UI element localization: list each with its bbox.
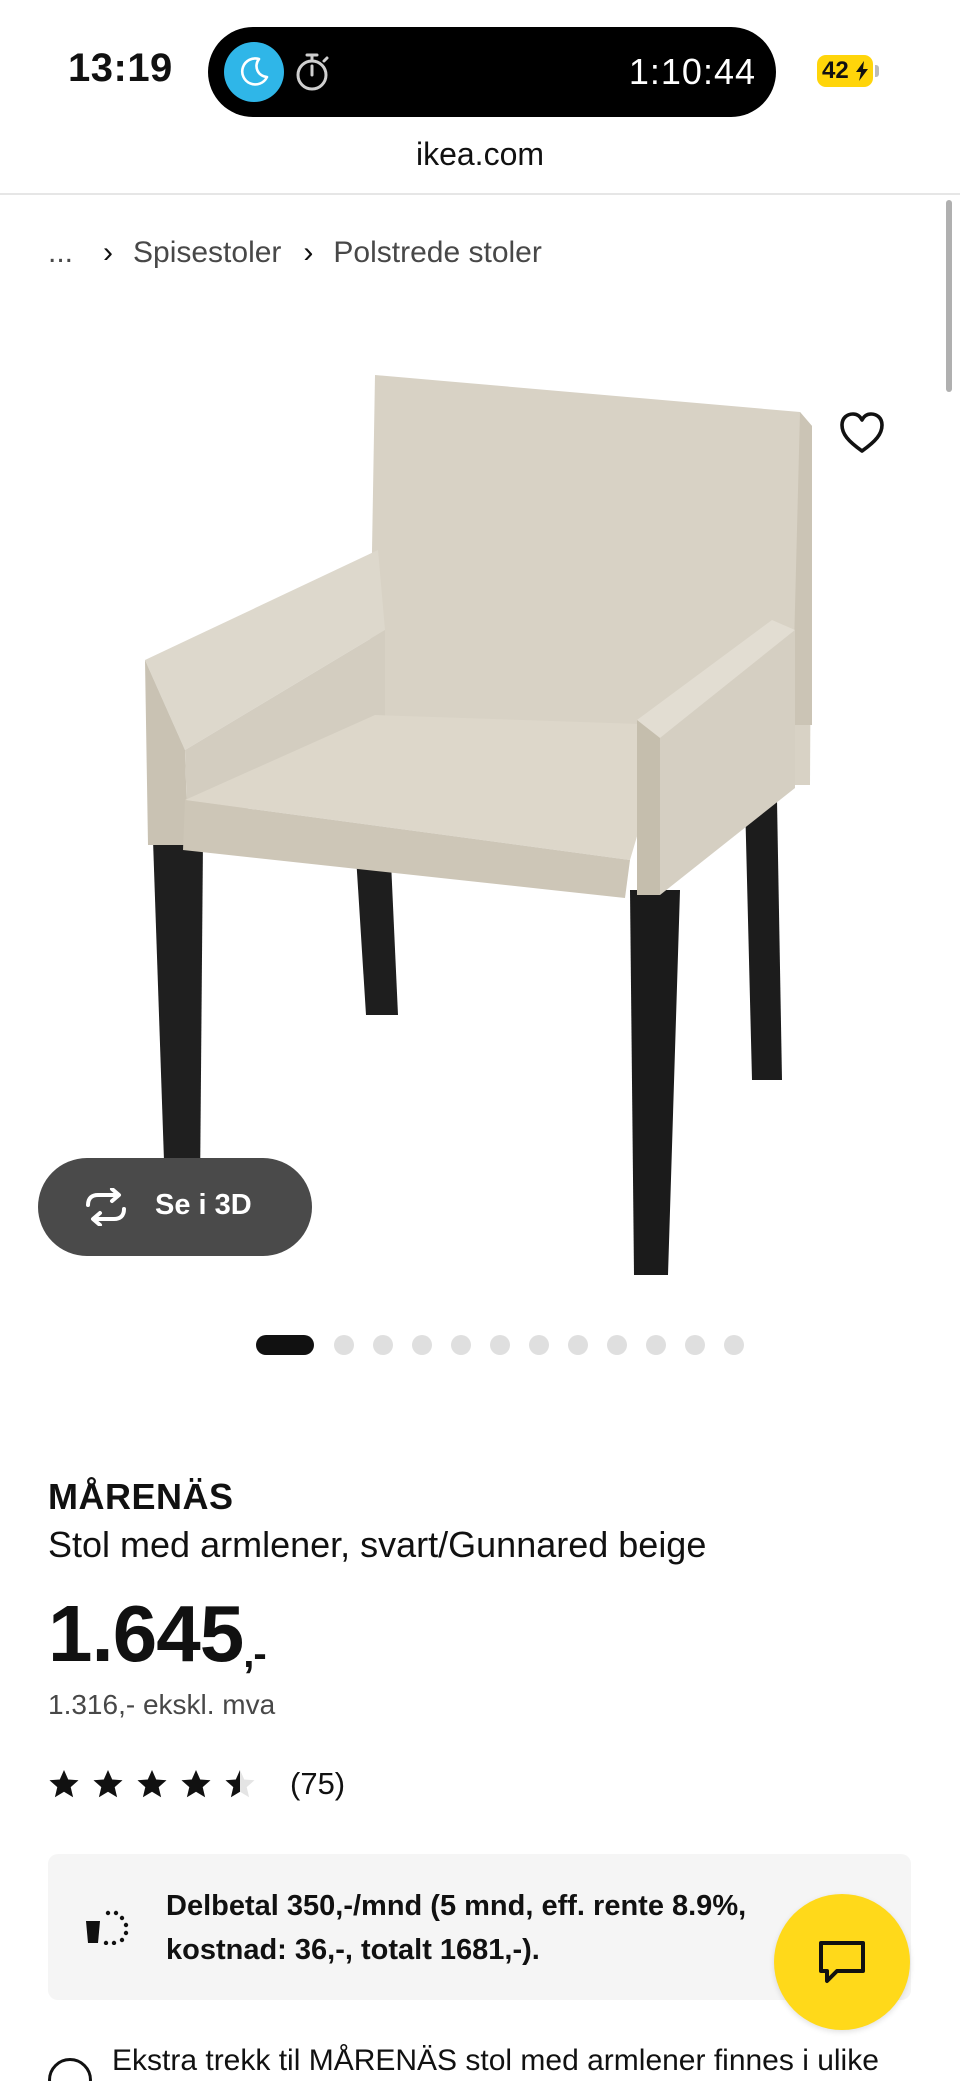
product-rating[interactable]: (75) bbox=[48, 1766, 345, 1802]
favorite-button[interactable] bbox=[838, 410, 886, 456]
info-icon bbox=[48, 2058, 92, 2081]
rating-count: (75) bbox=[290, 1766, 346, 1801]
heart-icon bbox=[840, 412, 884, 453]
battery-level: 42 bbox=[822, 57, 849, 84]
gallery-dot[interactable] bbox=[646, 1335, 666, 1355]
chat-button[interactable] bbox=[774, 1894, 910, 2030]
stopwatch-icon bbox=[292, 51, 332, 98]
gallery-dot[interactable] bbox=[568, 1335, 588, 1355]
star-icon bbox=[181, 1770, 211, 1798]
view-in-3d-label: Se i 3D bbox=[155, 1189, 252, 1221]
price-amount: 1.645 bbox=[48, 1589, 244, 1678]
dynamic-island[interactable]: 1:10:44 bbox=[208, 27, 776, 117]
breadcrumb: ... › Spisestoler › Polstrede stoler bbox=[48, 236, 542, 270]
gallery-dot[interactable] bbox=[412, 1335, 432, 1355]
product-name: MÅRENÄS bbox=[48, 1476, 234, 1517]
breadcrumb-item-spisestoler[interactable]: Spisestoler bbox=[133, 236, 281, 270]
gallery-dot[interactable] bbox=[607, 1335, 627, 1355]
installment-icon bbox=[86, 1910, 129, 1945]
product-description: Stol med armlener, svart/Gunnared beige bbox=[48, 1524, 707, 1565]
breadcrumb-ellipsis[interactable]: ... bbox=[48, 236, 73, 270]
gallery-dot[interactable] bbox=[334, 1335, 354, 1355]
product-image[interactable] bbox=[0, 330, 960, 1300]
gallery-dot[interactable] bbox=[451, 1335, 471, 1355]
breadcrumb-item-polstrede-stoler[interactable]: Polstrede stoler bbox=[333, 236, 541, 270]
chevron-right-icon: › bbox=[303, 236, 314, 269]
gallery-dot[interactable] bbox=[490, 1335, 510, 1355]
star-icon bbox=[225, 1770, 255, 1798]
financing-text: Delbetal 350,-/mnd (5 mnd, eff. rente 8.… bbox=[166, 1890, 747, 1966]
gallery-pagination bbox=[256, 1334, 763, 1356]
star-icon bbox=[49, 1770, 79, 1798]
star-icon bbox=[137, 1770, 167, 1798]
price-excluding-vat: 1.316,- ekskl. mva bbox=[48, 1689, 276, 1720]
view-in-3d-button[interactable]: Se i 3D bbox=[38, 1158, 312, 1256]
star-icon bbox=[93, 1770, 123, 1798]
timer-readout: 1:10:44 bbox=[628, 51, 756, 92]
rotate-3d-icon bbox=[86, 1188, 126, 1226]
status-bar: 13:19 1:10:44 42 bbox=[0, 0, 960, 140]
charging-bolt-icon bbox=[856, 61, 868, 81]
product-price: 1.645,- bbox=[48, 1588, 267, 1680]
chevron-right-icon: › bbox=[103, 236, 114, 269]
divider bbox=[0, 193, 960, 195]
gallery-dot[interactable] bbox=[529, 1335, 549, 1355]
price-suffix: ,- bbox=[243, 1632, 266, 1676]
gallery-dot[interactable] bbox=[256, 1335, 314, 1355]
extra-cover-notice: Ekstra trekk til MÅRENÄS stol med armlen… bbox=[112, 2044, 879, 2077]
battery-indicator: 42 bbox=[817, 55, 879, 87]
gallery-dot[interactable] bbox=[373, 1335, 393, 1355]
moon-icon bbox=[224, 42, 284, 102]
status-time: 13:19 bbox=[68, 46, 173, 90]
gallery-dot[interactable] bbox=[724, 1335, 744, 1355]
url-bar[interactable]: ikea.com bbox=[0, 136, 960, 173]
chat-bubble-icon bbox=[819, 1941, 865, 1983]
gallery-dot[interactable] bbox=[685, 1335, 705, 1355]
